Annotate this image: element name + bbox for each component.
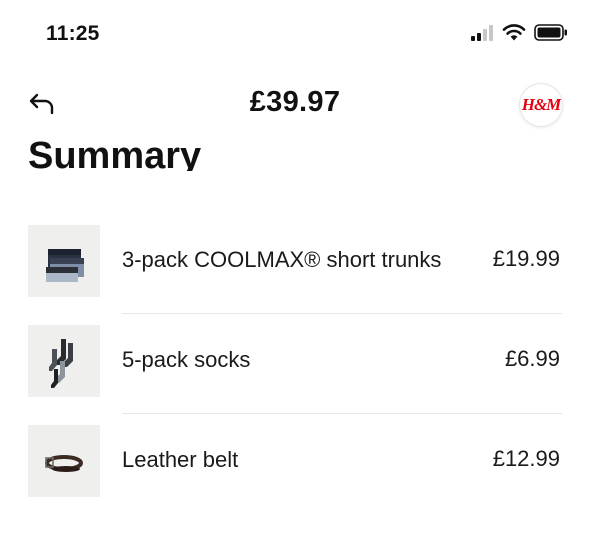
item-price: £6.99 xyxy=(504,346,560,371)
item-name: Leather belt xyxy=(122,447,239,472)
section-title: Summary xyxy=(28,135,202,171)
status-bar: 11:25 xyxy=(0,0,590,70)
item-price: £19.99 xyxy=(492,246,560,271)
belt-image xyxy=(28,425,100,497)
status-time: 11:25 xyxy=(46,22,100,45)
header: £39.97 H&M xyxy=(0,80,590,132)
trunks-image xyxy=(28,225,100,297)
status-icons xyxy=(470,24,568,46)
item-name: 5-pack socks xyxy=(122,347,251,372)
wifi-icon xyxy=(502,24,526,46)
total-price: £39.97 xyxy=(249,86,341,118)
signal-icon xyxy=(470,24,494,46)
list-item[interactable]: 5-pack socks £6.99 xyxy=(0,314,590,414)
list-item[interactable]: Leather belt £12.99 xyxy=(0,414,590,514)
order-item-list: 3-pack COOLMAX® short trunks £19.99 5-pa… xyxy=(0,214,590,514)
battery-icon xyxy=(534,24,568,46)
list-item[interactable]: 3-pack COOLMAX® short trunks £19.99 xyxy=(0,214,590,314)
item-price: £12.99 xyxy=(492,446,560,471)
item-name: 3-pack COOLMAX® short trunks xyxy=(122,247,442,272)
brand-logo[interactable]: H&M xyxy=(520,84,562,126)
brand-logo-text: H&M xyxy=(521,95,562,114)
socks-image xyxy=(28,325,100,397)
